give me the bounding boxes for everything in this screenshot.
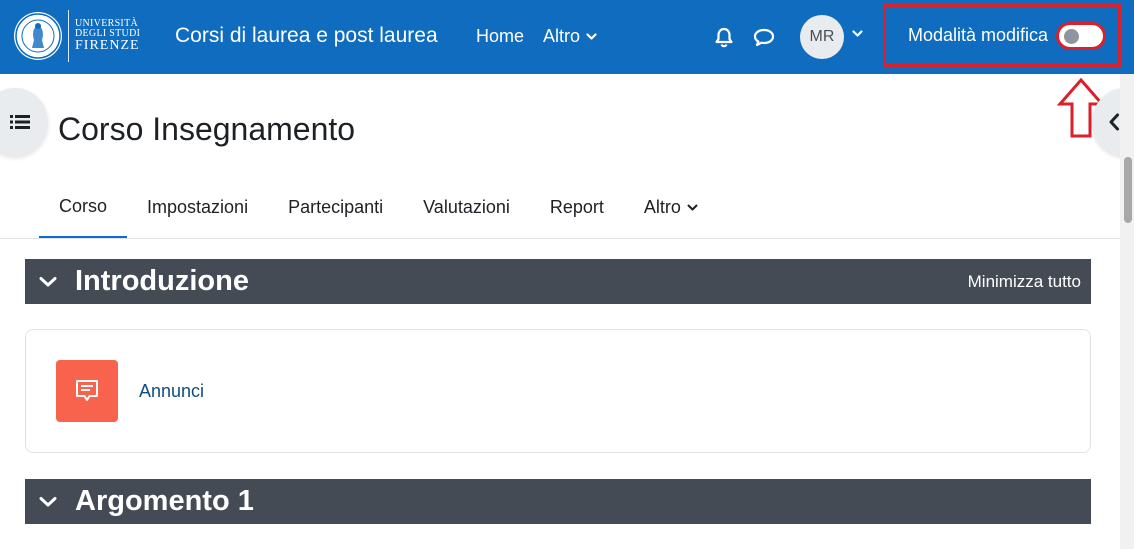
edit-mode-toggle[interactable]	[1056, 21, 1107, 50]
university-logo[interactable]: UNIVERSITÀ DEGLI STUDI FIRENZE	[14, 8, 140, 64]
chevron-down-icon	[586, 32, 597, 40]
edit-mode-label: Modalità modifica	[908, 25, 1049, 45]
toggle-knob	[1064, 28, 1080, 44]
user-avatar[interactable]: MR	[800, 15, 844, 59]
site-name[interactable]: Corsi di laurea e post laurea	[175, 24, 438, 48]
university-name-line3: FIRENZE	[75, 38, 140, 53]
tab-more[interactable]: Altro	[624, 176, 718, 239]
secondary-nav-divider	[0, 238, 1120, 239]
secondary-nav: Corso Impostazioni Partecipanti Valutazi…	[39, 176, 718, 239]
bell-icon	[715, 27, 733, 48]
university-seal-icon	[14, 12, 62, 60]
scrollbar-thumb[interactable]	[1124, 157, 1132, 223]
forum-icon	[76, 380, 98, 401]
nav-home-link[interactable]: Home	[476, 26, 524, 47]
messages-button[interactable]	[751, 24, 777, 50]
logo-separator	[68, 10, 69, 62]
chat-bubble-icon	[753, 28, 775, 47]
tab-participants[interactable]: Partecipanti	[268, 176, 403, 239]
tab-settings[interactable]: Impostazioni	[127, 176, 268, 239]
section-title[interactable]: Introduzione	[75, 265, 249, 298]
section-collapse-toggle[interactable]	[37, 271, 59, 293]
tab-label: Corso	[59, 195, 108, 216]
section-title[interactable]: Argomento 1	[75, 485, 254, 518]
course-index-toggle[interactable]	[0, 88, 48, 156]
tab-label: Partecipanti	[288, 197, 384, 217]
page-scrollbar[interactable]	[1120, 74, 1134, 549]
tab-label: Impostazioni	[147, 197, 249, 217]
collapse-all-link[interactable]: Minimizza tutto	[968, 272, 1081, 292]
chevron-down-icon	[39, 276, 57, 286]
nav-more-label: Altro	[543, 26, 581, 46]
chevron-down-icon[interactable]	[852, 30, 863, 38]
tab-reports[interactable]: Report	[530, 176, 624, 239]
tab-label: Valutazioni	[423, 197, 510, 217]
tab-label: Report	[549, 197, 604, 217]
section-collapse-toggle[interactable]	[37, 491, 59, 513]
edit-mode-highlight: Modalità modifica	[883, 4, 1121, 67]
notifications-button[interactable]	[711, 24, 737, 50]
chevron-down-icon	[39, 496, 57, 506]
activity-item: Annunci	[25, 329, 1091, 453]
tab-course[interactable]: Corso	[39, 176, 128, 239]
chevron-down-icon	[687, 204, 698, 210]
activity-link[interactable]: Annunci	[139, 381, 204, 402]
top-navbar: UNIVERSITÀ DEGLI STUDI FIRENZE Corsi di …	[0, 0, 1134, 74]
section-header: Argomento 1	[25, 479, 1091, 524]
nav-more-menu[interactable]: Altro	[543, 26, 597, 47]
tab-grades[interactable]: Valutazioni	[403, 176, 530, 239]
section-header: Introduzione Minimizza tutto	[25, 259, 1091, 304]
tab-label: Altro	[643, 197, 681, 217]
university-name: UNIVERSITÀ DEGLI STUDI FIRENZE	[75, 19, 140, 53]
page-title: Corso Insegnamento	[58, 111, 356, 147]
chevron-left-icon	[1109, 113, 1119, 131]
activity-icon[interactable]	[56, 360, 118, 422]
list-icon	[10, 115, 30, 129]
